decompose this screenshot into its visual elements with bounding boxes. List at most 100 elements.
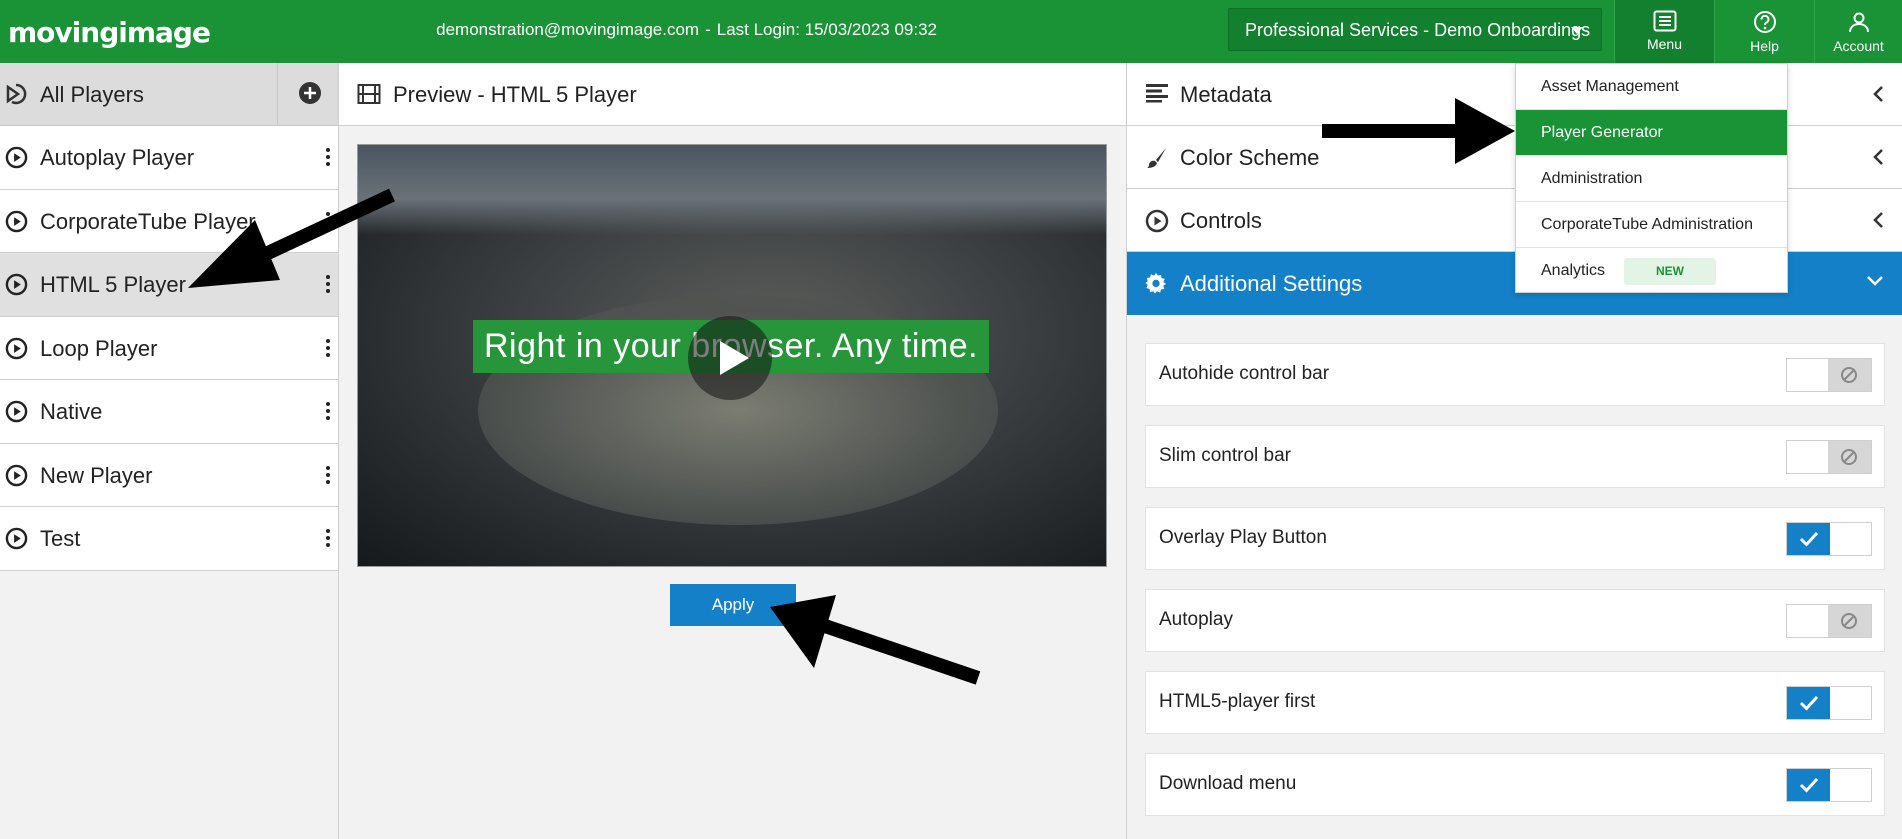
- overlay-play-button[interactable]: [688, 316, 772, 400]
- check-icon: [1799, 531, 1819, 547]
- new-badge: NEW: [1624, 258, 1716, 285]
- menu-item-administration[interactable]: Administration: [1516, 156, 1787, 202]
- more-options-icon[interactable]: [326, 465, 330, 487]
- organization-select[interactable]: Professional Services - Demo Onboardings: [1228, 8, 1602, 51]
- setting-overlay-play-button: Overlay Play Button: [1145, 507, 1885, 570]
- overlay-play-button-toggle[interactable]: [1786, 522, 1872, 556]
- menu-item-label: Analytics: [1541, 262, 1606, 279]
- chevron-left-icon: [1873, 212, 1883, 228]
- preview-panel: Preview - HTML 5 Player Right in your br…: [339, 63, 1127, 839]
- setting-label: HTML5-player first: [1159, 691, 1316, 712]
- align-left-icon: [1146, 84, 1168, 103]
- play-circle-icon: [5, 464, 28, 486]
- video-thumbnail-sky: [358, 145, 1106, 235]
- top-bar: movingimage demonstration@movingimage.co…: [0, 0, 1902, 63]
- slim-control-bar-toggle[interactable]: [1786, 440, 1872, 474]
- accordion-title: Color Scheme: [1180, 145, 1320, 170]
- setting-autoplay: Autoplay: [1145, 589, 1885, 652]
- setting-label: Overlay Play Button: [1159, 527, 1327, 548]
- login-info: demonstration@movingimage.com - Last Login…: [0, 20, 1110, 40]
- players-icon: [6, 83, 27, 105]
- menu-label: Menu: [1646, 36, 1683, 52]
- main-menu-dropdown: Asset Management Player Generator Admini…: [1515, 63, 1788, 293]
- brush-icon: [1147, 148, 1166, 168]
- film-icon: [357, 84, 381, 104]
- chevron-left-icon: [1873, 149, 1883, 165]
- help-icon: [1753, 11, 1776, 33]
- sidebar-item-native[interactable]: Native: [0, 380, 338, 444]
- sidebar-item-label: Test: [40, 526, 81, 551]
- autoplay-toggle[interactable]: [1786, 604, 1872, 638]
- more-options-icon[interactable]: [326, 275, 330, 296]
- menu-item-asset-management[interactable]: Asset Management: [1516, 64, 1787, 110]
- accordion-title: Additional Settings: [1180, 271, 1363, 296]
- login-separator: -: [705, 20, 711, 39]
- plus-circle-icon: [299, 82, 321, 104]
- play-circle-icon: [5, 527, 28, 550]
- chevron-left-icon: [1873, 86, 1883, 102]
- play-icon: [720, 341, 749, 375]
- user-email: demonstration@movingimage.com: [436, 20, 700, 39]
- setting-label: Autohide control bar: [1159, 363, 1330, 384]
- additional-settings-list: Autohide control bar Slim control bar Ov…: [1145, 343, 1885, 835]
- play-circle-icon: [5, 146, 28, 169]
- disabled-icon: [1841, 367, 1857, 383]
- sidebar-item-html5-player[interactable]: HTML 5 Player: [0, 253, 338, 317]
- menu-item-player-generator[interactable]: Player Generator: [1516, 110, 1787, 156]
- menu-button[interactable]: Menu: [1614, 0, 1714, 63]
- menu-item-label: Player Generator: [1541, 124, 1663, 141]
- sidebar-item-autoplay-player[interactable]: Autoplay Player: [0, 126, 338, 190]
- sidebar-item-label: HTML 5 Player: [40, 272, 186, 297]
- autohide-control-bar-toggle[interactable]: [1786, 358, 1872, 392]
- html5-player-first-toggle[interactable]: [1786, 686, 1872, 720]
- sidebar-item-test[interactable]: Test: [0, 507, 338, 571]
- toggle-off-state: [1828, 359, 1871, 391]
- menu-item-label: Administration: [1541, 170, 1643, 187]
- gear-icon: [1145, 272, 1167, 294]
- more-options-icon[interactable]: [326, 402, 330, 423]
- disabled-icon: [1841, 613, 1857, 629]
- menu-item-label: Asset Management: [1541, 78, 1679, 95]
- sidebar-item-label: New Player: [40, 462, 153, 488]
- setting-label: Slim control bar: [1159, 445, 1291, 466]
- sidebar-item-label: Native: [40, 399, 103, 424]
- menu-icon: [1653, 10, 1676, 32]
- menu-item-corporatetube-administration[interactable]: CorporateTube Administration: [1516, 202, 1787, 248]
- account-button[interactable]: Account: [1814, 0, 1902, 63]
- all-players-header[interactable]: All Players: [0, 63, 338, 126]
- setting-download-menu: Download menu: [1145, 753, 1885, 816]
- more-options-icon[interactable]: [326, 529, 330, 550]
- play-circle-icon: [5, 210, 28, 232]
- setting-autohide-control-bar: Autohide control bar: [1145, 343, 1885, 406]
- setting-html5-player-first: HTML5-player first: [1145, 671, 1885, 734]
- play-circle-icon: [1145, 209, 1169, 233]
- setting-label: Download menu: [1159, 773, 1297, 794]
- play-circle-icon: [5, 337, 28, 359]
- accordion-title: Metadata: [1180, 82, 1272, 107]
- last-login: Last Login: 15/03/2023 09:32: [716, 20, 937, 39]
- toggle-off-state: [1828, 441, 1871, 473]
- sidebar-item-new-player[interactable]: New Player: [0, 443, 338, 507]
- video-preview[interactable]: Right in your browser. Any time.: [357, 144, 1107, 567]
- play-circle-icon: [5, 273, 28, 296]
- sidebar-item-loop-player[interactable]: Loop Player: [0, 316, 338, 380]
- apply-button[interactable]: Apply: [670, 584, 796, 626]
- more-options-icon[interactable]: [326, 148, 330, 169]
- preview-title: Preview - HTML 5 Player: [393, 82, 637, 107]
- add-player-button[interactable]: [277, 63, 339, 126]
- menu-item-analytics[interactable]: Analytics NEW: [1516, 248, 1787, 294]
- all-players-title: All Players: [40, 82, 144, 107]
- more-options-icon[interactable]: [326, 338, 330, 360]
- play-circle-icon: [5, 400, 28, 423]
- toggle-on-state: [1787, 523, 1830, 555]
- organization-select-value: Professional Services - Demo Onboardings: [1245, 20, 1591, 40]
- toggle-off-state: [1828, 605, 1871, 637]
- setting-slim-control-bar: Slim control bar: [1145, 425, 1885, 488]
- toggle-on-state: [1787, 687, 1830, 719]
- download-menu-toggle[interactable]: [1786, 768, 1872, 802]
- caret-down-icon: [1571, 27, 1583, 34]
- help-button[interactable]: Help: [1714, 0, 1814, 63]
- preview-header: Preview - HTML 5 Player: [339, 63, 1126, 126]
- sidebar-item-corporatetube-player[interactable]: CorporateTube Player: [0, 189, 338, 253]
- more-options-icon[interactable]: [326, 211, 330, 233]
